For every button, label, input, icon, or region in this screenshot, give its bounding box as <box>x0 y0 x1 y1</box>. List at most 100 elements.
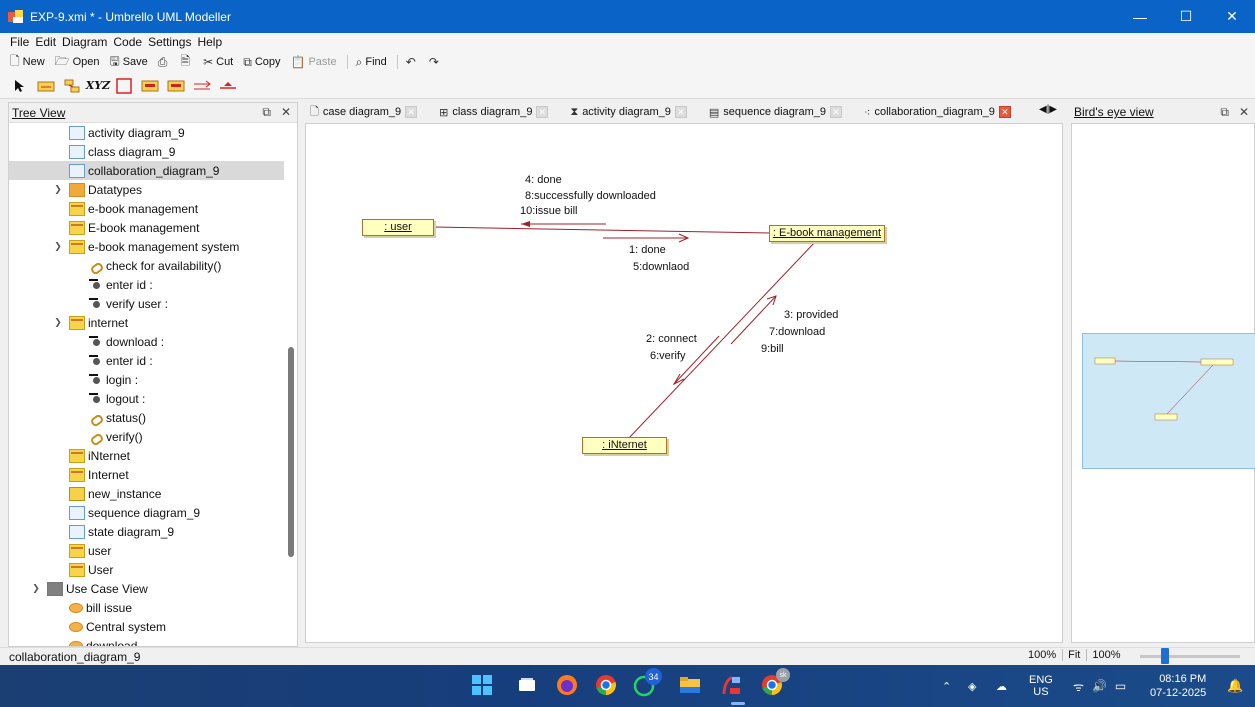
select-tool-arrow-icon[interactable] <box>10 77 30 95</box>
tree-item[interactable]: bill issue <box>9 598 297 617</box>
object-user[interactable]: : user <box>362 219 434 236</box>
menu-settings[interactable]: Settings <box>148 35 191 49</box>
tree-item[interactable]: enter id : <box>9 275 297 294</box>
tree-item[interactable]: user <box>9 541 297 560</box>
message-label[interactable]: 6:verify <box>650 350 685 362</box>
message-label[interactable]: 5:downlaod <box>633 261 689 273</box>
diagram-canvas[interactable]: : user : E-book management : iNternet 4:… <box>305 123 1063 643</box>
message-label[interactable]: 7:download <box>769 326 825 338</box>
tab-close-icon[interactable]: ✕ <box>405 106 418 118</box>
tree-item[interactable]: download <box>9 636 297 646</box>
menu-code[interactable]: Code <box>113 35 142 49</box>
new-button[interactable]: 🗋 New <box>10 52 45 73</box>
undo-button[interactable]: ↶ <box>406 55 419 69</box>
float-panel-icon[interactable]: ⧉ <box>1220 105 1229 120</box>
tree-item[interactable]: download : <box>9 332 297 351</box>
print-preview-button[interactable]: 🗎 <box>180 52 193 73</box>
tree-scrollbar[interactable] <box>288 347 294 557</box>
save-button[interactable]: 🖫 Save <box>109 52 147 73</box>
language-indicator[interactable]: ENG US <box>1029 665 1053 707</box>
tab-activity-diagram[interactable]: ⧗ activity diagram_9 ✕ <box>564 102 692 122</box>
tree-item[interactable]: ❯ Use Case View <box>9 579 297 598</box>
paste-button[interactable]: 📋 Paste <box>291 55 337 69</box>
close-button[interactable]: ✕ <box>1209 0 1255 33</box>
tree-item[interactable]: iNternet <box>9 446 297 465</box>
tab-close-icon[interactable]: ✕ <box>998 106 1011 118</box>
tree-item[interactable]: ❯ e-book management system <box>9 237 297 256</box>
object-internet[interactable]: : iNternet <box>582 437 667 454</box>
open-button[interactable]: 🗁 Open <box>55 52 100 73</box>
tab-close-icon[interactable]: ✕ <box>830 106 842 118</box>
message-label[interactable]: 8:successfully downloaded <box>525 190 656 202</box>
message-label[interactable]: 3: provided <box>784 309 838 321</box>
link-tool-icon[interactable] <box>192 77 212 95</box>
chevron-right-icon[interactable]: ❯ <box>51 184 65 195</box>
tree-item[interactable]: login : <box>9 370 297 389</box>
zoom-reset-button[interactable]: 100% <box>1086 649 1121 661</box>
chrome-icon[interactable] <box>594 673 618 697</box>
object-box-2-tool-icon[interactable] <box>166 77 186 95</box>
tree-item[interactable]: logout : <box>9 389 297 408</box>
tree-item[interactable]: Internet <box>9 465 297 484</box>
tab-case-diagram[interactable]: 🗋 case diagram_9 ✕ <box>304 102 423 122</box>
zoom-slider[interactable] <box>1140 648 1240 664</box>
tree-item[interactable]: ❯ Datatypes <box>9 180 297 199</box>
tree-item[interactable]: E-book management <box>9 218 297 237</box>
tree-item[interactable]: verify user : <box>9 294 297 313</box>
object-ebook-management[interactable]: : E-book management <box>769 225 885 242</box>
box-tool-icon[interactable] <box>114 77 134 95</box>
tab-scroll-arrows-icon[interactable]: ◀|▶ <box>1039 104 1057 115</box>
umbrello-taskbar-icon[interactable] <box>720 673 744 697</box>
tab-close-icon[interactable]: ✕ <box>674 106 687 118</box>
tree-item[interactable]: status() <box>9 408 297 427</box>
message-label[interactable]: 10:issue bill <box>520 205 577 217</box>
birds-eye-view[interactable] <box>1071 123 1255 643</box>
message-tool-icon[interactable] <box>62 77 82 95</box>
clock[interactable]: 08:16 PM 07-12-2025 <box>1150 665 1206 707</box>
menu-help[interactable]: Help <box>197 35 222 49</box>
tree-item[interactable]: class diagram_9 <box>9 142 297 161</box>
redo-button[interactable]: ↷ <box>429 55 442 69</box>
find-button[interactable]: ⌕ Find <box>356 55 387 70</box>
tree-item[interactable]: check for availability() <box>9 256 297 275</box>
anchor-tool-icon[interactable] <box>218 77 238 95</box>
float-panel-icon[interactable]: ⧉ <box>262 105 271 120</box>
message-label[interactable]: 4: done <box>525 174 562 186</box>
tree-item[interactable]: verify() <box>9 427 297 446</box>
task-view-icon[interactable] <box>515 673 539 697</box>
close-panel-icon[interactable]: ✕ <box>281 105 291 120</box>
zoom-slider-handle[interactable] <box>1161 648 1169 664</box>
menu-edit[interactable]: Edit <box>35 35 56 49</box>
cut-button[interactable]: ✂ Cut <box>203 55 233 69</box>
firefox-icon[interactable] <box>555 673 579 697</box>
tree-item-selected[interactable]: collaboration_diagram_9 <box>9 161 284 180</box>
close-panel-icon[interactable]: ✕ <box>1239 105 1249 120</box>
quick-settings[interactable]: ᯤ 🔊 ▭ <box>1073 665 1126 707</box>
message-label[interactable]: 2: connect <box>646 333 697 345</box>
chevron-down-icon[interactable]: ❯ <box>29 583 43 594</box>
object-box-tool-icon[interactable] <box>140 77 160 95</box>
object-tool-icon[interactable] <box>36 77 56 95</box>
minimize-button[interactable]: — <box>1117 0 1163 33</box>
tab-class-diagram[interactable]: ⊞ class diagram_9 ✕ <box>433 102 554 122</box>
tab-collaboration-diagram[interactable]: ⁖ collaboration_diagram_9 ✕ <box>858 102 1017 122</box>
tree-item[interactable]: Central system <box>9 617 297 636</box>
fit-button[interactable]: Fit <box>1062 649 1080 661</box>
tree-item[interactable]: state diagram_9 <box>9 522 297 541</box>
file-explorer-icon[interactable] <box>678 673 702 697</box>
chevron-down-icon[interactable]: ❯ <box>51 241 65 252</box>
message-label[interactable]: 9:bill <box>761 343 784 355</box>
network-status-icon[interactable]: ◈ <box>968 665 976 707</box>
print-button[interactable]: ⎙ <box>158 55 171 70</box>
tray-overflow-icon[interactable]: ⌃ <box>942 665 951 707</box>
tree-item[interactable]: new_instance <box>9 484 297 503</box>
tab-close-icon[interactable]: ✕ <box>536 106 549 118</box>
chevron-down-icon[interactable]: ❯ <box>51 317 65 328</box>
cloud-sync-icon[interactable]: ☁ <box>996 665 1007 707</box>
notification-bell-icon[interactable]: 🔔 <box>1227 665 1243 707</box>
message-label[interactable]: 1: done <box>629 244 666 256</box>
link-user-ebook[interactable] <box>433 226 772 234</box>
maximize-button[interactable]: ☐ <box>1163 0 1209 33</box>
tree-item[interactable]: ❯ internet <box>9 313 297 332</box>
copy-button[interactable]: ⧉ Copy <box>243 55 280 70</box>
